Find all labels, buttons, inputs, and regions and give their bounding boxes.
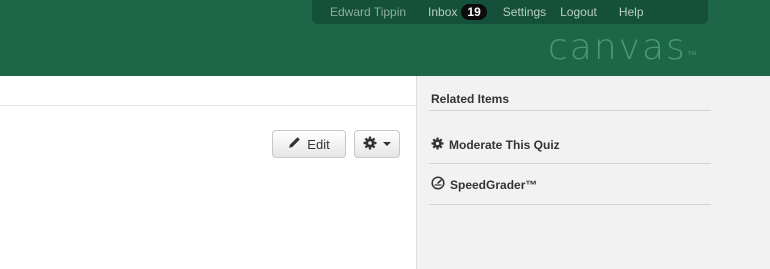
inbox-count-badge: 19 — [461, 4, 487, 20]
moderate-quiz-link[interactable]: Moderate This Quiz — [431, 137, 560, 153]
main-content: Edit — [0, 76, 416, 269]
gear-icon — [431, 137, 444, 153]
help-link[interactable]: Help — [619, 5, 644, 19]
edit-label: Edit — [307, 136, 330, 152]
gear-icon — [363, 136, 377, 153]
divider — [429, 204, 711, 205]
sidebar-title: Related Items — [431, 92, 510, 106]
settings-dropdown-button[interactable] — [354, 130, 400, 158]
quiz-toolbar: Edit — [272, 130, 400, 158]
inbox-label: Inbox — [428, 5, 458, 19]
speedgrader-label: SpeedGrader™ — [450, 177, 538, 192]
speedometer-icon — [431, 176, 445, 193]
related-items-sidebar: Related Items Moderate This Quiz SpeedGr… — [416, 76, 770, 269]
caret-down-icon — [383, 142, 391, 146]
divider — [429, 110, 711, 111]
moderate-quiz-label: Moderate This Quiz — [449, 138, 560, 152]
divider — [429, 163, 711, 164]
pencil-icon — [288, 136, 301, 152]
logout-link[interactable]: Logout — [560, 5, 597, 19]
canvas-logo[interactable]: canvas™ — [548, 26, 697, 70]
settings-link[interactable]: Settings — [503, 5, 546, 19]
top-header: Edward Tippin Inbox 19 Settings Logout H… — [0, 0, 770, 76]
user-name-link[interactable]: Edward Tippin — [330, 5, 406, 19]
speedgrader-link[interactable]: SpeedGrader™ — [431, 176, 537, 193]
divider — [0, 105, 416, 106]
inbox-link[interactable]: Inbox 19 — [428, 4, 487, 20]
edit-button[interactable]: Edit — [272, 130, 346, 158]
logo-trademark: ™ — [686, 50, 697, 61]
user-menu-bar: Edward Tippin Inbox 19 Settings Logout H… — [312, 0, 708, 24]
logo-text: canvas — [548, 27, 687, 68]
